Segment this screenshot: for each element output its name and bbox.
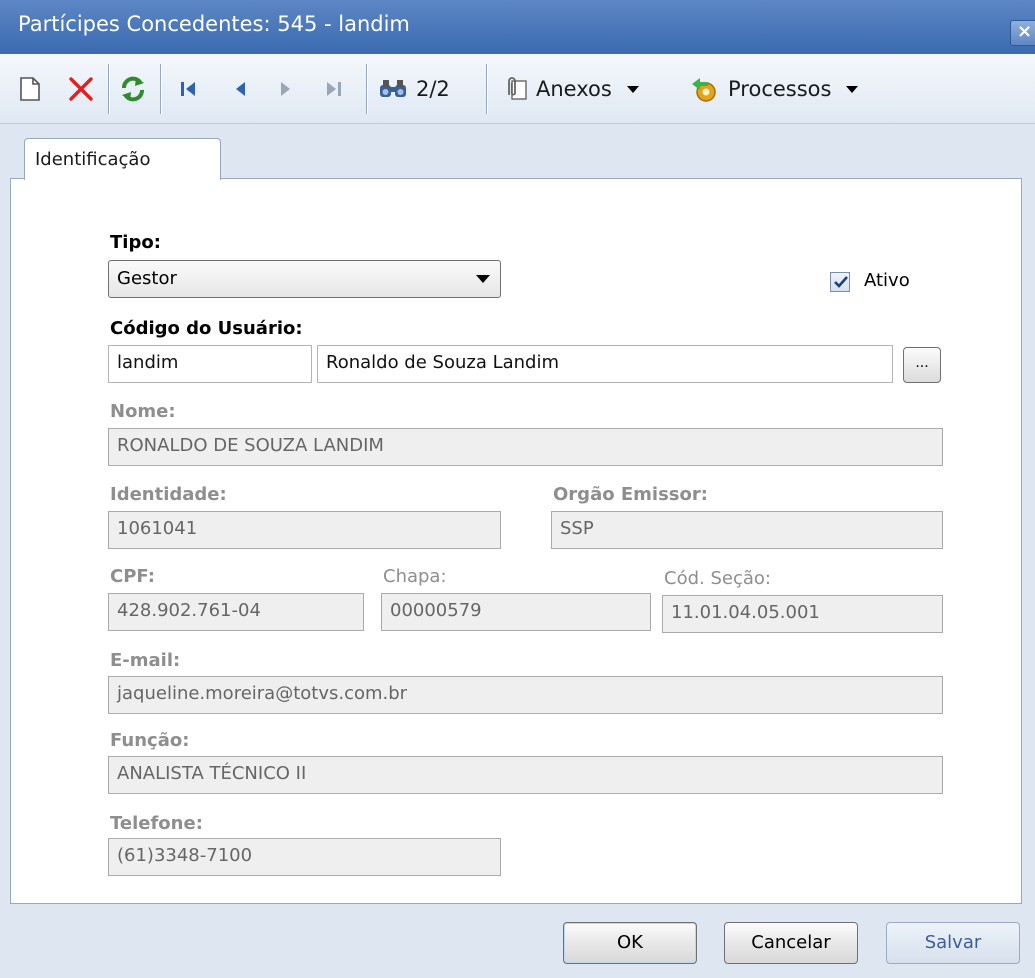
previous-record-icon <box>236 82 245 96</box>
binoculars-icon <box>380 80 406 97</box>
close-button[interactable]: × <box>1010 20 1035 46</box>
toolbar-separator <box>366 64 367 114</box>
identidade-label: Identidade: <box>110 484 227 505</box>
codigo-usuario-input[interactable]: landim <box>108 345 312 383</box>
codigo-usuario-label: Código do Usuário: <box>110 318 303 339</box>
cpf-label: CPF: <box>110 566 155 587</box>
refresh-button[interactable] <box>116 72 150 106</box>
refresh-icon <box>122 76 144 102</box>
delete-button[interactable] <box>64 72 98 106</box>
first-record-icon <box>181 82 195 96</box>
ativo-checkbox[interactable] <box>830 272 850 292</box>
cancel-button[interactable]: Cancelar <box>724 922 858 964</box>
previous-record-button[interactable] <box>228 72 252 106</box>
process-gear-icon <box>692 78 716 102</box>
record-counter: 2/2 <box>416 77 450 101</box>
tab-identificacao[interactable]: Identificação <box>24 138 221 180</box>
identidade-field: 1061041 <box>108 511 501 549</box>
chevron-down-icon <box>476 275 490 283</box>
title-bar[interactable]: Partícipes Concedentes: 545 - landim × <box>0 0 1035 54</box>
processos-menu-button[interactable]: Processos <box>688 72 888 106</box>
dialog-window: Partícipes Concedentes: 545 - landim × 2… <box>0 0 1035 978</box>
first-record-button[interactable] <box>176 72 200 106</box>
chapa-field: 00000579 <box>381 593 651 631</box>
paperclip-icon <box>508 77 527 100</box>
funcao-field: ANALISTA TÉCNICO II <box>108 756 943 794</box>
new-record-button[interactable] <box>18 72 42 106</box>
cpf-field: 428.902.761-04 <box>108 593 364 631</box>
nome-label: Nome: <box>110 401 176 422</box>
chevron-down-icon <box>846 86 859 93</box>
save-button[interactable]: Salvar <box>886 922 1020 964</box>
tab-label: Identificação <box>35 149 151 170</box>
toolbar-separator <box>108 64 109 114</box>
anexos-menu-button[interactable]: Anexos <box>500 72 670 106</box>
usuario-nome-input[interactable]: Ronaldo de Souza Landim <box>317 345 893 383</box>
toolbar-separator <box>160 64 161 114</box>
tipo-select[interactable]: Gestor <box>108 260 501 298</box>
lookup-usuario-button[interactable]: ... <box>903 347 941 383</box>
tipo-label: Tipo: <box>110 232 161 253</box>
window-title: Partícipes Concedentes: 545 - landim <box>18 12 410 36</box>
chevron-down-icon <box>626 86 639 93</box>
next-record-icon <box>281 82 290 96</box>
ok-button[interactable]: OK <box>563 922 697 964</box>
telefone-label: Telefone: <box>110 813 203 834</box>
tipo-value: Gestor <box>117 268 177 289</box>
toolbar: 2/2 Anexos Processos <box>0 54 1035 124</box>
checkmark-icon <box>834 276 848 288</box>
email-label: E-mail: <box>110 650 181 671</box>
funcao-label: Função: <box>110 730 190 751</box>
cod-secao-label: Cód. Seção: <box>664 568 771 589</box>
find-button[interactable] <box>376 72 410 106</box>
cod-secao-field: 11.01.04.05.001 <box>662 595 943 633</box>
delete-x-icon <box>69 77 93 101</box>
last-record-icon <box>327 82 341 96</box>
next-record-button[interactable] <box>274 72 298 106</box>
new-document-icon <box>20 77 40 101</box>
orgao-emissor-field: SSP <box>551 511 943 549</box>
toolbar-separator <box>486 64 487 114</box>
ativo-label: Ativo <box>864 270 910 291</box>
last-record-button[interactable] <box>322 72 346 106</box>
chapa-label: Chapa: <box>383 566 447 587</box>
orgao-emissor-label: Orgão Emissor: <box>553 484 708 505</box>
nome-field: RONALDO DE SOUZA LANDIM <box>108 428 943 466</box>
email-field: jaqueline.moreira@totvs.com.br <box>108 676 943 714</box>
telefone-field: (61)3348-7100 <box>108 838 501 876</box>
